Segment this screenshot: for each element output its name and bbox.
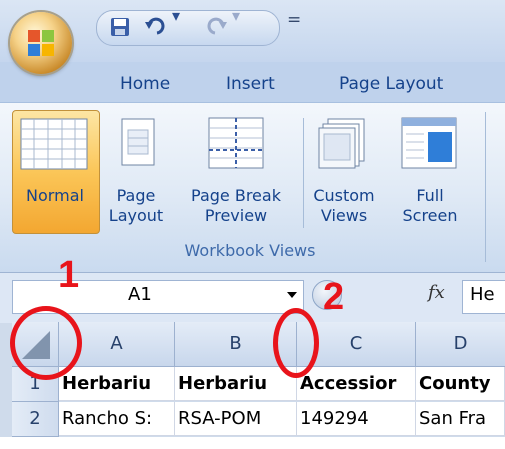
custom-views-label-1: Custom (313, 186, 375, 205)
cell-b1[interactable]: Herbariu (175, 367, 297, 401)
custom-views-label-2: Views (320, 206, 368, 225)
tab-insert[interactable]: Insert (226, 74, 275, 94)
full-screen-label-1: Full (416, 186, 444, 205)
full-screen-label-2: Screen (402, 206, 458, 225)
cell-a1[interactable]: Herbariu (59, 367, 175, 401)
tab-page-layout[interactable]: Page Layout (339, 74, 443, 94)
redo-icon[interactable] (205, 16, 227, 36)
formula-input-value: He (470, 284, 495, 305)
redo-dropdown-icon[interactable]: ▾ (232, 6, 240, 26)
ribbon-separator (303, 118, 304, 228)
save-icon[interactable] (110, 17, 130, 37)
office-button[interactable] (10, 12, 72, 74)
annotation-circle-2 (273, 308, 319, 378)
normal-view-icon (20, 118, 88, 170)
normal-view-label: Normal (26, 186, 84, 205)
ribbon-next-group (485, 112, 505, 262)
undo-dropdown-icon[interactable]: ▾ (172, 6, 180, 26)
cell-b2[interactable]: RSA-POM (175, 402, 297, 436)
office-logo-icon (28, 30, 54, 56)
undo-icon[interactable] (145, 16, 167, 36)
page-break-label-1: Page Break (191, 186, 281, 205)
ribbon-tabs: Home Insert Page Layout (0, 62, 505, 102)
tab-home[interactable]: Home (120, 74, 170, 94)
insert-function-icon[interactable]: fx (428, 282, 445, 303)
name-box-dropdown-icon[interactable] (286, 289, 298, 301)
customize-toolbar-icon[interactable]: = (287, 10, 301, 30)
workbook-views-group-label: Workbook Views (184, 241, 316, 260)
page-break-label-2: Preview (204, 206, 268, 225)
name-box-value: A1 (128, 284, 152, 305)
annotation-circle-1 (10, 306, 82, 380)
page-layout-label-1: Page (116, 186, 156, 205)
page-layout-icon[interactable] (118, 118, 158, 170)
full-screen-icon[interactable] (400, 116, 458, 172)
row-header-2[interactable]: 2 (12, 402, 59, 437)
cell-d1[interactable]: County (416, 367, 505, 401)
column-header-d[interactable]: D (416, 322, 505, 367)
page-layout-label-2: Layout (108, 206, 164, 225)
annotation-number-1: 1 (58, 254, 80, 296)
cell-c2[interactable]: 149294 (297, 402, 416, 436)
cell-a2[interactable]: Rancho S: (59, 402, 175, 436)
cell-d2[interactable]: San Fra (416, 402, 505, 436)
cell-c1[interactable]: Accessior (297, 367, 416, 401)
custom-views-icon[interactable] (318, 118, 368, 170)
page-break-preview-icon[interactable] (207, 116, 265, 172)
annotation-number-2: 2 (323, 276, 345, 318)
sheet-bottom-edge (0, 437, 505, 449)
